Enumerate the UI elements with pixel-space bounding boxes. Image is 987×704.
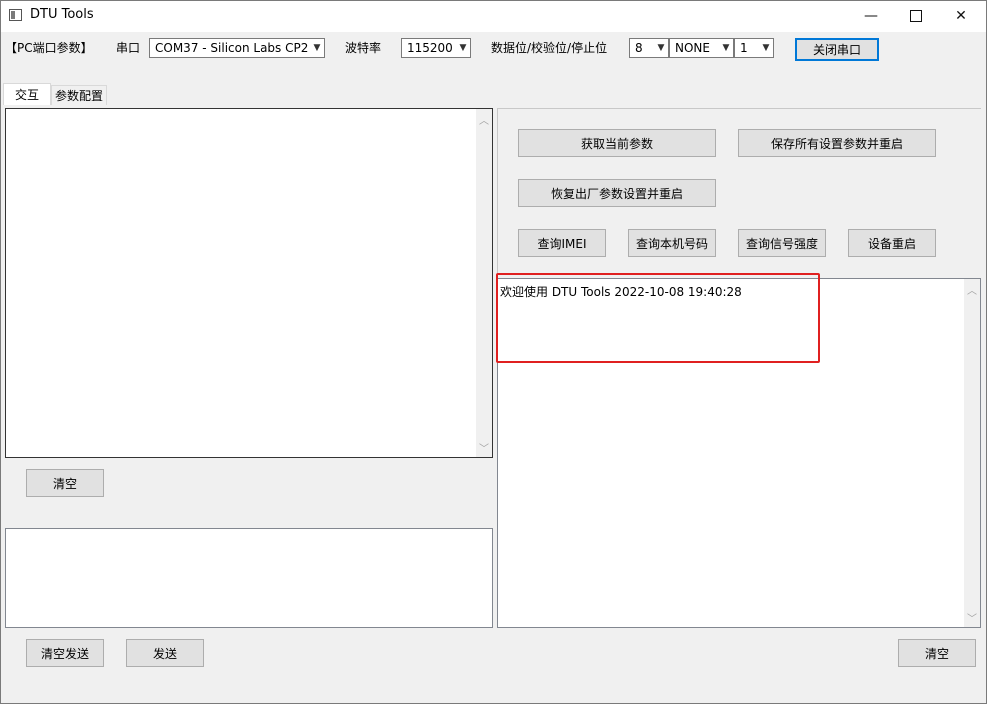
save-restart-button[interactable]: 保存所有设置参数并重启 [738, 129, 936, 157]
maximize-button[interactable] [893, 1, 939, 31]
minimize-button[interactable]: — [848, 1, 894, 31]
scroll-down-arrow-icon[interactable]: ﹀ [964, 609, 980, 625]
serial-port-value: COM37 - Silicon Labs CP2 [155, 41, 309, 55]
chevron-down-icon: ▼ [313, 43, 321, 53]
window-title: DTU Tools [30, 7, 94, 22]
serial-port-select[interactable]: COM37 - Silicon Labs CP2 ▼ [149, 38, 325, 58]
app-icon [9, 9, 22, 21]
data-format-label: 数据位/校验位/停止位 [491, 41, 608, 55]
clear-send-button[interactable]: 清空发送 [26, 639, 104, 667]
title-bar [1, 1, 986, 32]
send-button[interactable]: 发送 [126, 639, 204, 667]
receive-scrollbar[interactable]: ︿ ﹀ [476, 109, 492, 457]
baud-rate-label: 波特率 [345, 41, 382, 55]
minimize-icon: — [864, 8, 878, 24]
chevron-down-icon: ▼ [657, 43, 665, 53]
query-number-button[interactable]: 查询本机号码 [628, 229, 716, 257]
data-bits-select[interactable]: 8 ▼ [629, 38, 669, 58]
data-bits-value: 8 [635, 41, 643, 55]
clear-log-button[interactable]: 清空 [898, 639, 976, 667]
parity-select[interactable]: NONE ▼ [669, 38, 734, 58]
clear-receive-button[interactable]: 清空 [26, 469, 104, 497]
scroll-down-arrow-icon[interactable]: ﹀ [476, 439, 492, 455]
pc-port-section-label: 【PC端口参数】 [5, 41, 93, 55]
serial-port-label: 串口 [116, 41, 141, 55]
close-button[interactable]: ✕ [938, 1, 984, 31]
stop-bits-select[interactable]: 1 ▼ [734, 38, 774, 58]
send-textbox[interactable] [5, 528, 493, 628]
get-params-button[interactable]: 获取当前参数 [518, 129, 716, 157]
stop-bits-value: 1 [740, 41, 748, 55]
factory-reset-button[interactable]: 恢复出厂参数设置并重启 [518, 179, 716, 207]
restart-device-button[interactable]: 设备重启 [848, 229, 936, 257]
close-port-button[interactable]: 关闭串口 [795, 38, 879, 61]
parity-value: NONE [675, 41, 710, 55]
query-signal-button[interactable]: 查询信号强度 [738, 229, 826, 257]
log-scrollbar[interactable]: ︿ ﹀ [964, 279, 980, 627]
chevron-down-icon: ▼ [459, 43, 467, 53]
close-icon: ✕ [955, 8, 967, 24]
query-imei-button[interactable]: 查询IMEI [518, 229, 606, 257]
highlight-box [496, 273, 820, 363]
receive-textbox[interactable]: ︿ ﹀ [5, 108, 493, 458]
tab-params-config[interactable]: 参数配置 [51, 85, 107, 105]
scroll-up-arrow-icon[interactable]: ︿ [964, 281, 980, 297]
chevron-down-icon: ▼ [722, 43, 730, 53]
baud-rate-select[interactable]: 115200 ▼ [401, 38, 471, 58]
scroll-up-arrow-icon[interactable]: ︿ [476, 111, 492, 127]
maximize-icon [910, 10, 922, 22]
tab-interact[interactable]: 交互 [3, 83, 51, 105]
baud-rate-value: 115200 [407, 41, 453, 55]
chevron-down-icon: ▼ [762, 43, 770, 53]
